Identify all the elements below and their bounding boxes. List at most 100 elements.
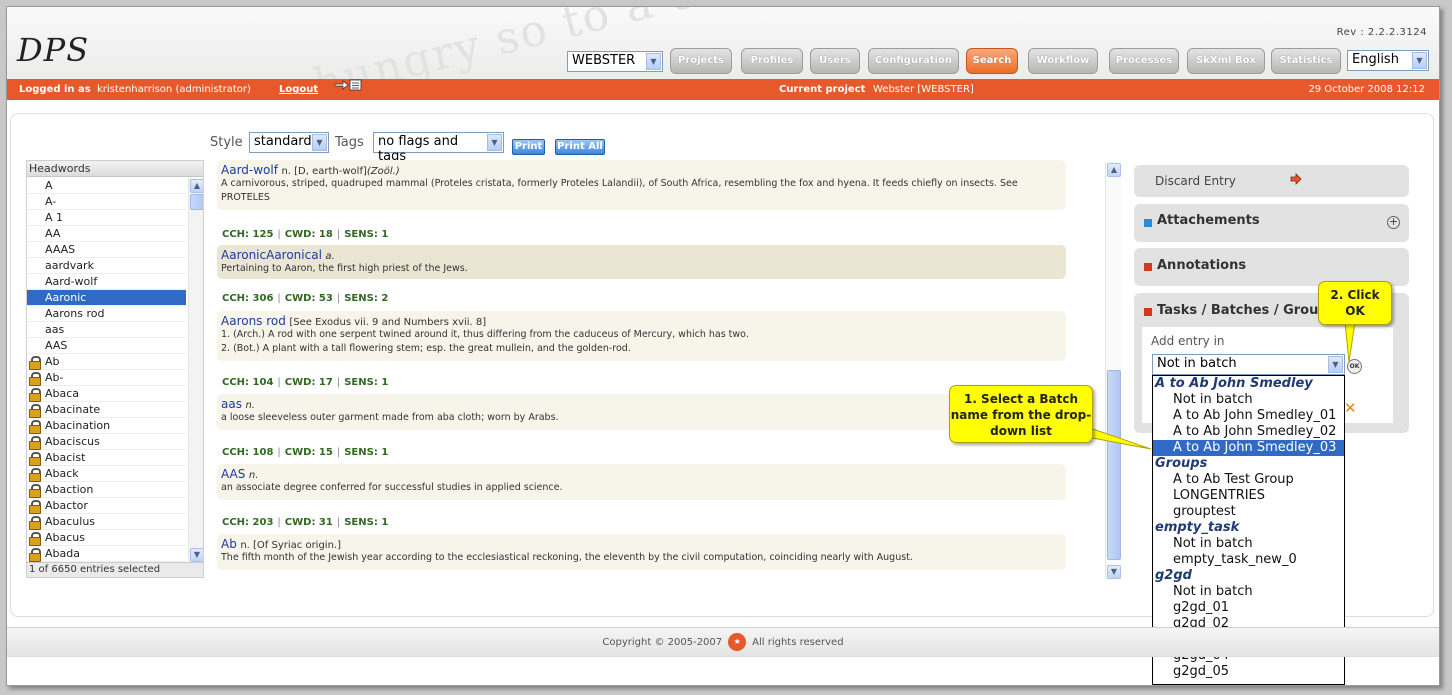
scroll-up-icon[interactable]: ▲ xyxy=(1107,163,1121,177)
headword-item[interactable]: aardvark xyxy=(27,258,186,274)
headword-item[interactable]: Abaca xyxy=(27,386,186,402)
headword-item[interactable]: A xyxy=(27,178,186,194)
attachments-title: Attachements xyxy=(1157,213,1260,228)
stat-cch: CCH: 125 xyxy=(222,229,274,240)
dropdown-option[interactable]: A to Ab John Smedley_02 xyxy=(1153,424,1344,440)
headword-item[interactable]: Abacination xyxy=(27,418,186,434)
dropdown-option[interactable]: Not in batch xyxy=(1153,392,1344,408)
attachments-section[interactable]: Attachements + xyxy=(1134,204,1409,242)
lock-icon xyxy=(29,372,41,386)
tags-select[interactable]: no flags and tags ▼ xyxy=(373,132,504,164)
expand-plus-icon[interactable]: + xyxy=(1387,216,1400,229)
entry-card[interactable]: aas n. a loose sleeveless outer garment … xyxy=(217,394,1066,430)
style-select[interactable]: standard ▼ xyxy=(249,132,329,153)
export-icon[interactable] xyxy=(334,78,364,100)
entry-headword: aas xyxy=(221,397,242,411)
project-select-value: WEBSTER xyxy=(572,53,636,68)
dropdown-option[interactable]: A to Ab Test Group xyxy=(1153,472,1344,488)
discard-entry-box[interactable]: Discard Entry xyxy=(1134,165,1409,197)
entry-card[interactable]: Aarons rod [See Exodus vii. 9 and Number… xyxy=(217,311,1066,361)
style-select-value: standard xyxy=(254,134,312,149)
headword-item[interactable]: Abacinate xyxy=(27,402,186,418)
entry-card[interactable]: AAS n. an associate degree conferred for… xyxy=(217,464,1066,500)
annotations-title: Annotations xyxy=(1157,258,1247,273)
headword-scrollbar[interactable]: ▲ ▼ xyxy=(188,178,203,563)
headword-item[interactable]: Ab- xyxy=(27,370,186,386)
entry-grammar: n. [D, earth-wolf] xyxy=(281,166,367,177)
headword-item[interactable]: aas xyxy=(27,322,186,338)
headword-item[interactable]: AAAS xyxy=(27,242,186,258)
nav-processes[interactable]: Processes xyxy=(1109,48,1179,74)
scroll-thumb[interactable] xyxy=(1107,370,1121,560)
nav-workflow[interactable]: Workflow xyxy=(1028,48,1098,74)
headword-item[interactable]: Aarons rod xyxy=(27,306,186,322)
dropdown-option[interactable]: grouptest xyxy=(1153,504,1344,520)
entry-card[interactable]: Ab n. [Of Syriac origin.] The fifth mont… xyxy=(217,534,1066,570)
scroll-down-icon[interactable]: ▼ xyxy=(190,548,203,562)
headword-item[interactable]: Abacus xyxy=(27,530,186,546)
scroll-down-icon[interactable]: ▼ xyxy=(1107,565,1121,579)
nav-profiles[interactable]: Profiles xyxy=(741,48,803,74)
headword-item[interactable]: Abacist xyxy=(27,450,186,466)
nav-search[interactable]: Search xyxy=(966,48,1018,74)
nav-users[interactable]: Users xyxy=(810,48,860,74)
stat-sens: SENS: 1 xyxy=(344,229,389,240)
headword-item[interactable]: AAS xyxy=(27,338,186,354)
revision-label: Rev : 2.2.2.3124 xyxy=(1336,27,1427,38)
dropdown-option[interactable]: g2gd_05 xyxy=(1153,664,1344,680)
headword-label: AA xyxy=(45,227,61,240)
nav-skxml-box[interactable]: SkXml Box xyxy=(1187,48,1265,74)
headword-label: Abacinate xyxy=(45,403,101,416)
entry-definition: a loose sleeveless outer garment made fr… xyxy=(221,412,559,423)
entry-headword: AaronicAaronical xyxy=(221,248,322,262)
close-x-icon[interactable]: ✕ xyxy=(1344,399,1357,417)
scroll-up-icon[interactable]: ▲ xyxy=(190,179,203,193)
print-button[interactable]: Print xyxy=(512,139,545,155)
nav-projects[interactable]: Projects xyxy=(670,48,732,74)
logout-link[interactable]: Logout xyxy=(279,79,318,100)
entry-card[interactable]: Aard-wolf n. [D, earth-wolf](Zoöl.) A ca… xyxy=(217,160,1066,210)
scroll-thumb[interactable] xyxy=(190,194,203,210)
headword-item[interactable]: Aback xyxy=(27,466,186,482)
arrow-right-icon[interactable] xyxy=(1290,173,1302,188)
batch-select[interactable]: Not in batch ▼ xyxy=(1152,354,1345,375)
headword-item[interactable]: Abada xyxy=(27,546,186,562)
dropdown-option[interactable]: Not in batch xyxy=(1153,536,1344,552)
headword-label: Abaciscus xyxy=(45,435,100,448)
headword-item[interactable]: A- xyxy=(27,194,186,210)
current-project: Webster [WEBSTER] xyxy=(873,84,974,95)
stat-cch: CCH: 104 xyxy=(222,377,274,388)
dropdown-option[interactable]: empty_task_new_0 xyxy=(1153,552,1344,568)
project-select[interactable]: WEBSTER ▼ xyxy=(567,51,663,72)
nav-configuration[interactable]: Configuration xyxy=(868,48,959,74)
entry-grammar: n. xyxy=(245,400,255,411)
headword-label: A 1 xyxy=(45,211,64,224)
stat-cwd: CWD: 15 xyxy=(284,447,333,458)
nav-statistics[interactable]: Statistics xyxy=(1271,48,1341,74)
print-all-button[interactable]: Print All xyxy=(555,139,605,155)
chevron-down-icon: ▼ xyxy=(646,53,661,70)
lock-icon xyxy=(29,356,41,370)
headword-item[interactable]: Ab xyxy=(27,354,186,370)
headword-item[interactable]: Abaction xyxy=(27,482,186,498)
header: hungry so to a cat ter DPS Rev : 2.2.2.3… xyxy=(7,7,1439,111)
dropdown-option[interactable]: A to Ab John Smedley_03 xyxy=(1153,440,1344,456)
dropdown-option[interactable]: g2gd_01 xyxy=(1153,600,1344,616)
headword-label: AAS xyxy=(45,339,68,352)
headword-item[interactable]: Aard-wolf xyxy=(27,274,186,290)
headword-item[interactable]: Aaronic xyxy=(27,290,186,306)
headword-item[interactable]: Abaciscus xyxy=(27,434,186,450)
headword-item[interactable]: Abactor xyxy=(27,498,186,514)
dropdown-option[interactable]: LONGENTRIES xyxy=(1153,488,1344,504)
headword-item[interactable]: AA xyxy=(27,226,186,242)
dropdown-option[interactable]: A to Ab John Smedley_01 xyxy=(1153,408,1344,424)
headword-item[interactable]: A 1 xyxy=(27,210,186,226)
batch-select-value: Not in batch xyxy=(1157,356,1237,371)
entry-card[interactable]: AaronicAaronical a. Pertaining to Aaron,… xyxy=(217,245,1066,279)
headword-item[interactable]: Abaculus xyxy=(27,514,186,530)
chevron-down-icon: ▼ xyxy=(1412,52,1427,69)
headword-label: aas xyxy=(45,323,65,336)
language-select[interactable]: English ▼ xyxy=(1347,50,1429,71)
entries-scrollbar[interactable]: ▲ ▼ xyxy=(1105,162,1121,580)
dropdown-option[interactable]: Not in batch xyxy=(1153,584,1344,600)
